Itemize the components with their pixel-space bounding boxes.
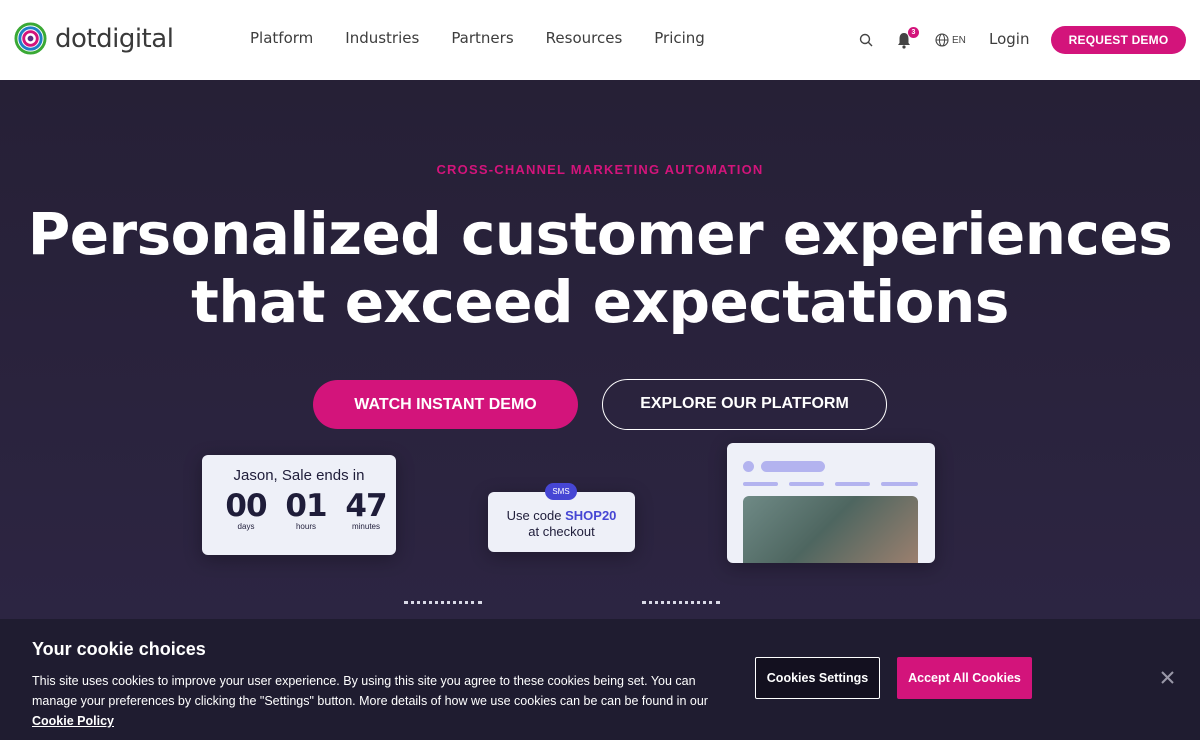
sms-code: SHOP20 [565,508,617,523]
close-icon[interactable] [1160,670,1175,685]
countdown-number: 00 [225,488,267,524]
email-header-bar [761,461,825,472]
request-demo-button[interactable]: REQUEST DEMO [1051,26,1186,54]
countdown-days: 00 days [216,487,276,531]
nav-item-partners[interactable]: Partners [451,29,513,47]
countdown-values: 00 days 01 hours 47 minutes [216,487,396,531]
countdown-number: 47 [345,488,387,524]
explore-platform-button[interactable]: EXPLORE OUR PLATFORM [602,379,887,430]
email-nav-line [789,482,824,486]
email-preview-card [727,443,935,563]
globe-icon[interactable] [935,33,949,47]
search-icon[interactable] [859,33,873,47]
login-link[interactable]: Login [989,30,1029,48]
headline-line-2: that exceed expectations [191,268,1009,336]
nav-item-pricing[interactable]: Pricing [654,29,705,47]
countdown-minutes: 47 minutes [336,487,396,531]
accept-all-cookies-button[interactable]: Accept All Cookies [897,657,1032,699]
email-nav-line [881,482,918,486]
nav-item-industries[interactable]: Industries [345,29,419,47]
email-hero-photo [743,496,918,563]
cookie-body-text: This site uses cookies to improve your u… [32,674,708,708]
main-nav: Platform Industries Partners Resources P… [250,29,737,47]
sms-tag: SMS [545,483,577,500]
headline-line-1: Personalized customer experiences [27,200,1173,268]
cookie-title: Your cookie choices [32,639,206,659]
site-header: dotdigital Platform Industries Partners … [0,0,1200,80]
countdown-number: 01 [285,488,327,524]
sms-message: Use code SHOP20 at checkout [488,508,635,540]
email-nav-line [835,482,870,486]
sms-card: Use code SHOP20 at checkout [488,492,635,552]
brand-name: dotdigital [55,23,174,54]
connector-dots [642,601,720,604]
sms-prefix: Use code [506,508,562,523]
cookie-policy-link[interactable]: Cookie Policy [32,714,114,728]
sms-suffix: at checkout [528,524,595,539]
notification-badge: 3 [908,27,919,38]
nav-item-resources[interactable]: Resources [546,29,623,47]
watch-demo-button[interactable]: WATCH INSTANT DEMO [313,380,578,429]
email-nav-line [743,482,778,486]
dotdigital-logo-icon [14,22,47,55]
logo[interactable]: dotdigital [14,22,174,55]
hero-headline: Personalized customer experiences that e… [0,200,1200,336]
countdown-card: Jason, Sale ends in 00 days 01 hours 47 … [202,455,396,555]
countdown-hours: 01 hours [276,487,336,531]
countdown-title: Jason, Sale ends in [233,467,365,484]
cookies-settings-button[interactable]: Cookies Settings [755,657,880,699]
cookie-description: This site uses cookies to improve your u… [32,671,732,731]
connector-dots [404,601,482,604]
hero-eyebrow: CROSS-CHANNEL MARKETING AUTOMATION [436,162,764,177]
nav-item-platform[interactable]: Platform [250,29,313,47]
email-avatar-dot [743,461,754,472]
language-selector[interactable]: EN [952,35,966,46]
cookie-banner: Your cookie choices This site uses cooki… [0,619,1200,740]
